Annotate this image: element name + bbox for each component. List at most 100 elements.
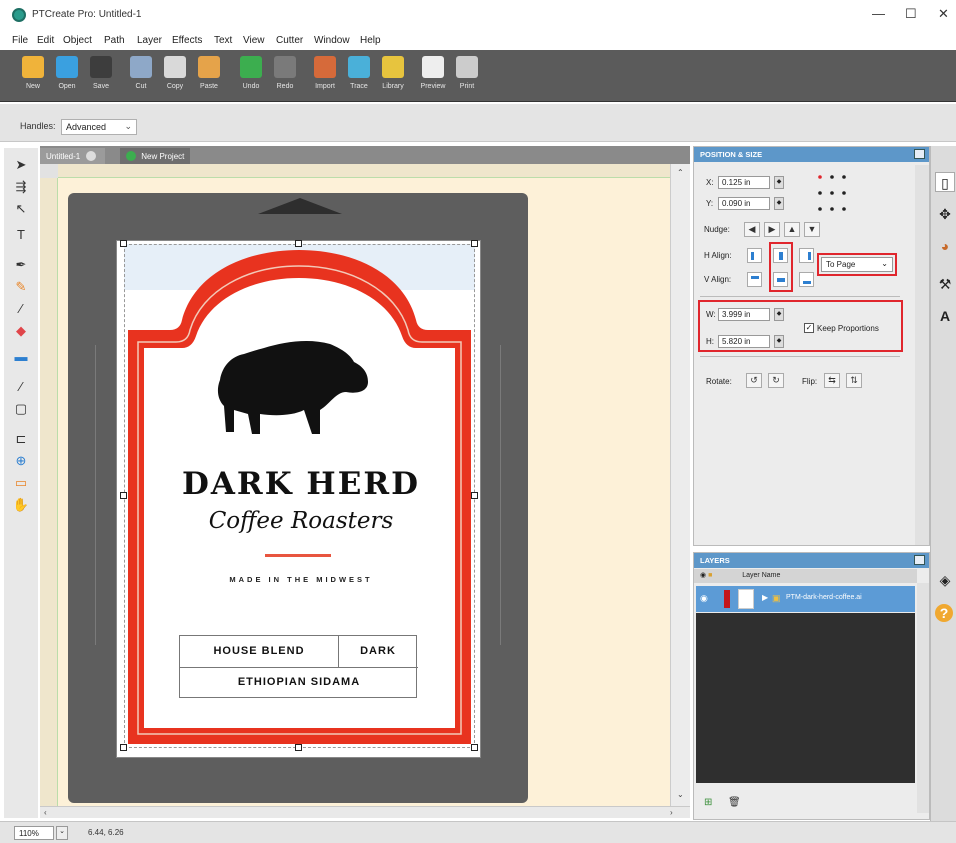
palette-icon[interactable]: ◕ (935, 236, 955, 256)
scroll-right-icon[interactable]: › (670, 808, 673, 817)
eye-icon: ◉ (700, 572, 707, 579)
pan-tool-icon[interactable]: ✋ (12, 496, 30, 514)
resize-handle[interactable] (120, 240, 127, 247)
menu-layer[interactable]: Layer (137, 35, 162, 46)
resize-handle[interactable] (471, 492, 478, 499)
panel-header: POSITION & SIZE (694, 147, 929, 162)
resize-handle[interactable] (120, 492, 127, 499)
new-button[interactable]: New (14, 54, 52, 98)
align-top-button[interactable] (747, 272, 762, 287)
close-button[interactable]: ✕ (938, 6, 949, 22)
node-edit-tool-icon[interactable]: ↖ (12, 200, 30, 218)
layer-name[interactable]: PTM-dark-herd-coffee.ai (786, 594, 862, 601)
menu-window[interactable]: Window (314, 35, 350, 46)
align-right-button[interactable] (799, 248, 814, 263)
align-bottom-button[interactable] (799, 272, 814, 287)
expand-icon[interactable]: ▶ (762, 593, 768, 602)
x-input[interactable]: 0.125 in (718, 176, 770, 189)
document-icon[interactable]: ▯ (935, 172, 955, 192)
panel-menu-icon[interactable] (914, 149, 925, 159)
eraser-tool-icon[interactable]: ◆ (12, 322, 30, 340)
import-button[interactable]: Import (306, 54, 344, 98)
redo-button[interactable]: Redo (266, 54, 304, 98)
x-spinner[interactable]: ◆ (774, 176, 784, 189)
nudge-right-button[interactable]: ▶ (764, 222, 780, 237)
y-spinner[interactable]: ◆ (774, 197, 784, 210)
menu-text[interactable]: Text (214, 35, 232, 46)
rotate-left-button[interactable]: ↺ (746, 373, 762, 388)
vertical-scrollbar[interactable]: ⌃ ⌄ (670, 164, 690, 806)
text-properties-icon[interactable]: A (935, 306, 955, 326)
trace-button[interactable]: Trace (340, 54, 378, 98)
layers-scrollbar[interactable] (917, 583, 929, 813)
move-icon[interactable]: ✥ (935, 204, 955, 224)
resize-handle[interactable] (295, 744, 302, 751)
nudge-left-button[interactable]: ◀ (744, 222, 760, 237)
scroll-left-icon[interactable]: ‹ (44, 808, 47, 817)
nudge-up-button[interactable]: ▲ (784, 222, 800, 237)
copy-button[interactable]: Copy (156, 54, 194, 98)
fill-tool-icon[interactable]: ▬ (12, 348, 30, 366)
menu-edit[interactable]: Edit (37, 35, 54, 46)
flip-horizontal-button[interactable]: ⇆ (824, 373, 840, 388)
pencil-tool-icon[interactable]: ✎ (12, 278, 30, 296)
visibility-icon[interactable]: ◉ (700, 593, 708, 604)
layers-icon[interactable]: ◈ (935, 570, 955, 590)
select-tool-icon[interactable]: ➤ (12, 156, 30, 174)
wrench-icon[interactable]: ⚒ (935, 274, 955, 294)
paste-button[interactable]: Paste (190, 54, 228, 98)
horizontal-scrollbar[interactable]: ‹ › (40, 806, 690, 818)
resize-handle[interactable] (120, 744, 127, 751)
resize-handle[interactable] (471, 744, 478, 751)
help-icon[interactable]: ? (935, 604, 953, 622)
layer-row[interactable]: ◉ ▶ ▣ PTM-dark-herd-coffee.ai (696, 586, 915, 612)
menu-object[interactable]: Object (63, 35, 92, 46)
chevron-down-icon[interactable]: ⌄ (56, 826, 68, 840)
maximize-button[interactable]: ☐ (905, 6, 917, 22)
zoom-tool-icon[interactable]: ⊕ (12, 452, 30, 470)
tab-new-project[interactable]: New Project (120, 148, 191, 164)
pen-tool-icon[interactable]: ✒ (12, 256, 30, 274)
resize-handle[interactable] (471, 240, 478, 247)
eyedropper-tool-icon[interactable]: ⁄ (12, 378, 30, 396)
measure-tool-icon[interactable]: ⊏ (12, 430, 30, 448)
add-layer-icon[interactable]: ⊞ (704, 797, 712, 808)
undo-button[interactable]: Undo (232, 54, 270, 98)
menu-effects[interactable]: Effects (172, 35, 202, 46)
open-button[interactable]: Open (48, 54, 86, 98)
menu-help[interactable]: Help (360, 35, 381, 46)
trash-icon[interactable]: 🗑 (728, 797, 741, 808)
text-tool-icon[interactable]: T (12, 226, 30, 244)
reference-point-grid[interactable] (816, 173, 848, 213)
menu-file[interactable]: File (12, 35, 28, 46)
nudge-down-button[interactable]: ▼ (804, 222, 820, 237)
rotate-right-button[interactable]: ↻ (768, 373, 784, 388)
library-button[interactable]: Library (374, 54, 412, 98)
save-button[interactable]: Save (82, 54, 120, 98)
flip-vertical-button[interactable]: ⇅ (846, 373, 862, 388)
brush-tool-icon[interactable]: ∕ (12, 300, 30, 318)
panel-scrollbar[interactable] (915, 165, 929, 545)
preview-button[interactable]: Preview (414, 54, 452, 98)
tab-close-icon[interactable] (86, 151, 97, 161)
cut-button[interactable]: Cut (122, 54, 160, 98)
divider (700, 356, 900, 357)
y-input[interactable]: 0.090 in (718, 197, 770, 210)
resize-handle[interactable] (295, 240, 302, 247)
menu-cutter[interactable]: Cutter (276, 35, 303, 46)
position-size-panel: POSITION & SIZE X: 0.125 in ◆ Y: 0.090 i… (693, 146, 930, 546)
zoom-input[interactable]: 110% (14, 826, 54, 840)
menu-path[interactable]: Path (104, 35, 125, 46)
scroll-down-icon[interactable]: ⌄ (677, 790, 684, 799)
handles-select[interactable]: Advanced ⌄ (61, 119, 137, 135)
minimize-button[interactable]: — (872, 6, 885, 21)
tab-untitled[interactable]: Untitled-1 (40, 148, 106, 164)
align-left-button[interactable] (747, 248, 762, 263)
scroll-up-icon[interactable]: ⌃ (677, 168, 684, 177)
ruler-tool-icon[interactable]: ▭ (12, 474, 30, 492)
print-button[interactable]: Print (448, 54, 486, 98)
menu-view[interactable]: View (243, 35, 265, 46)
group-select-tool-icon[interactable]: ⇶ (12, 178, 30, 196)
panel-menu-icon[interactable] (914, 555, 925, 565)
shape-tool-icon[interactable]: ▢ (12, 400, 30, 418)
